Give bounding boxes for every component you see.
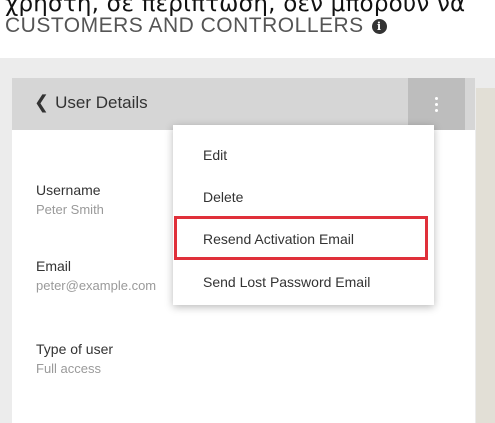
menu-item-delete[interactable]: Delete [203, 189, 243, 205]
chevron-left-icon: ❮ [34, 92, 50, 112]
user-type-label: Type of user [36, 341, 114, 357]
email-value: peter@example.com [36, 278, 157, 293]
section-title: CUSTOMERS AND CONTROLLERS i [5, 14, 387, 38]
actions-dropdown-menu: Edit Delete Resend Activation Email Send… [173, 125, 434, 305]
info-icon[interactable]: i [371, 18, 387, 34]
menu-item-send-lost-password-email[interactable]: Send Lost Password Email [203, 274, 370, 290]
back-button[interactable]: ❮ User Details [34, 92, 148, 113]
email-label: Email [36, 258, 72, 274]
username-value: Peter Smith [36, 202, 104, 217]
user-type-value: Full access [36, 361, 102, 376]
kebab-dot-icon [435, 102, 438, 106]
username-label: Username [36, 182, 101, 198]
email-field: Email peter@example.com [36, 258, 186, 293]
kebab-dot-icon [435, 96, 438, 100]
background-map-edge [476, 88, 495, 423]
more-options-button[interactable] [408, 78, 465, 130]
username-field: Username Peter Smith [36, 182, 104, 217]
back-button-label: User Details [55, 92, 148, 112]
kebab-dot-icon [435, 108, 438, 112]
panel-header: ❮ User Details [12, 78, 475, 130]
section-title-label: CUSTOMERS AND CONTROLLERS [5, 14, 364, 37]
user-type-field: Type of user Full access [36, 341, 113, 376]
menu-item-edit[interactable]: Edit [203, 147, 227, 163]
menu-item-resend-activation-email[interactable]: Resend Activation Email [203, 231, 354, 247]
